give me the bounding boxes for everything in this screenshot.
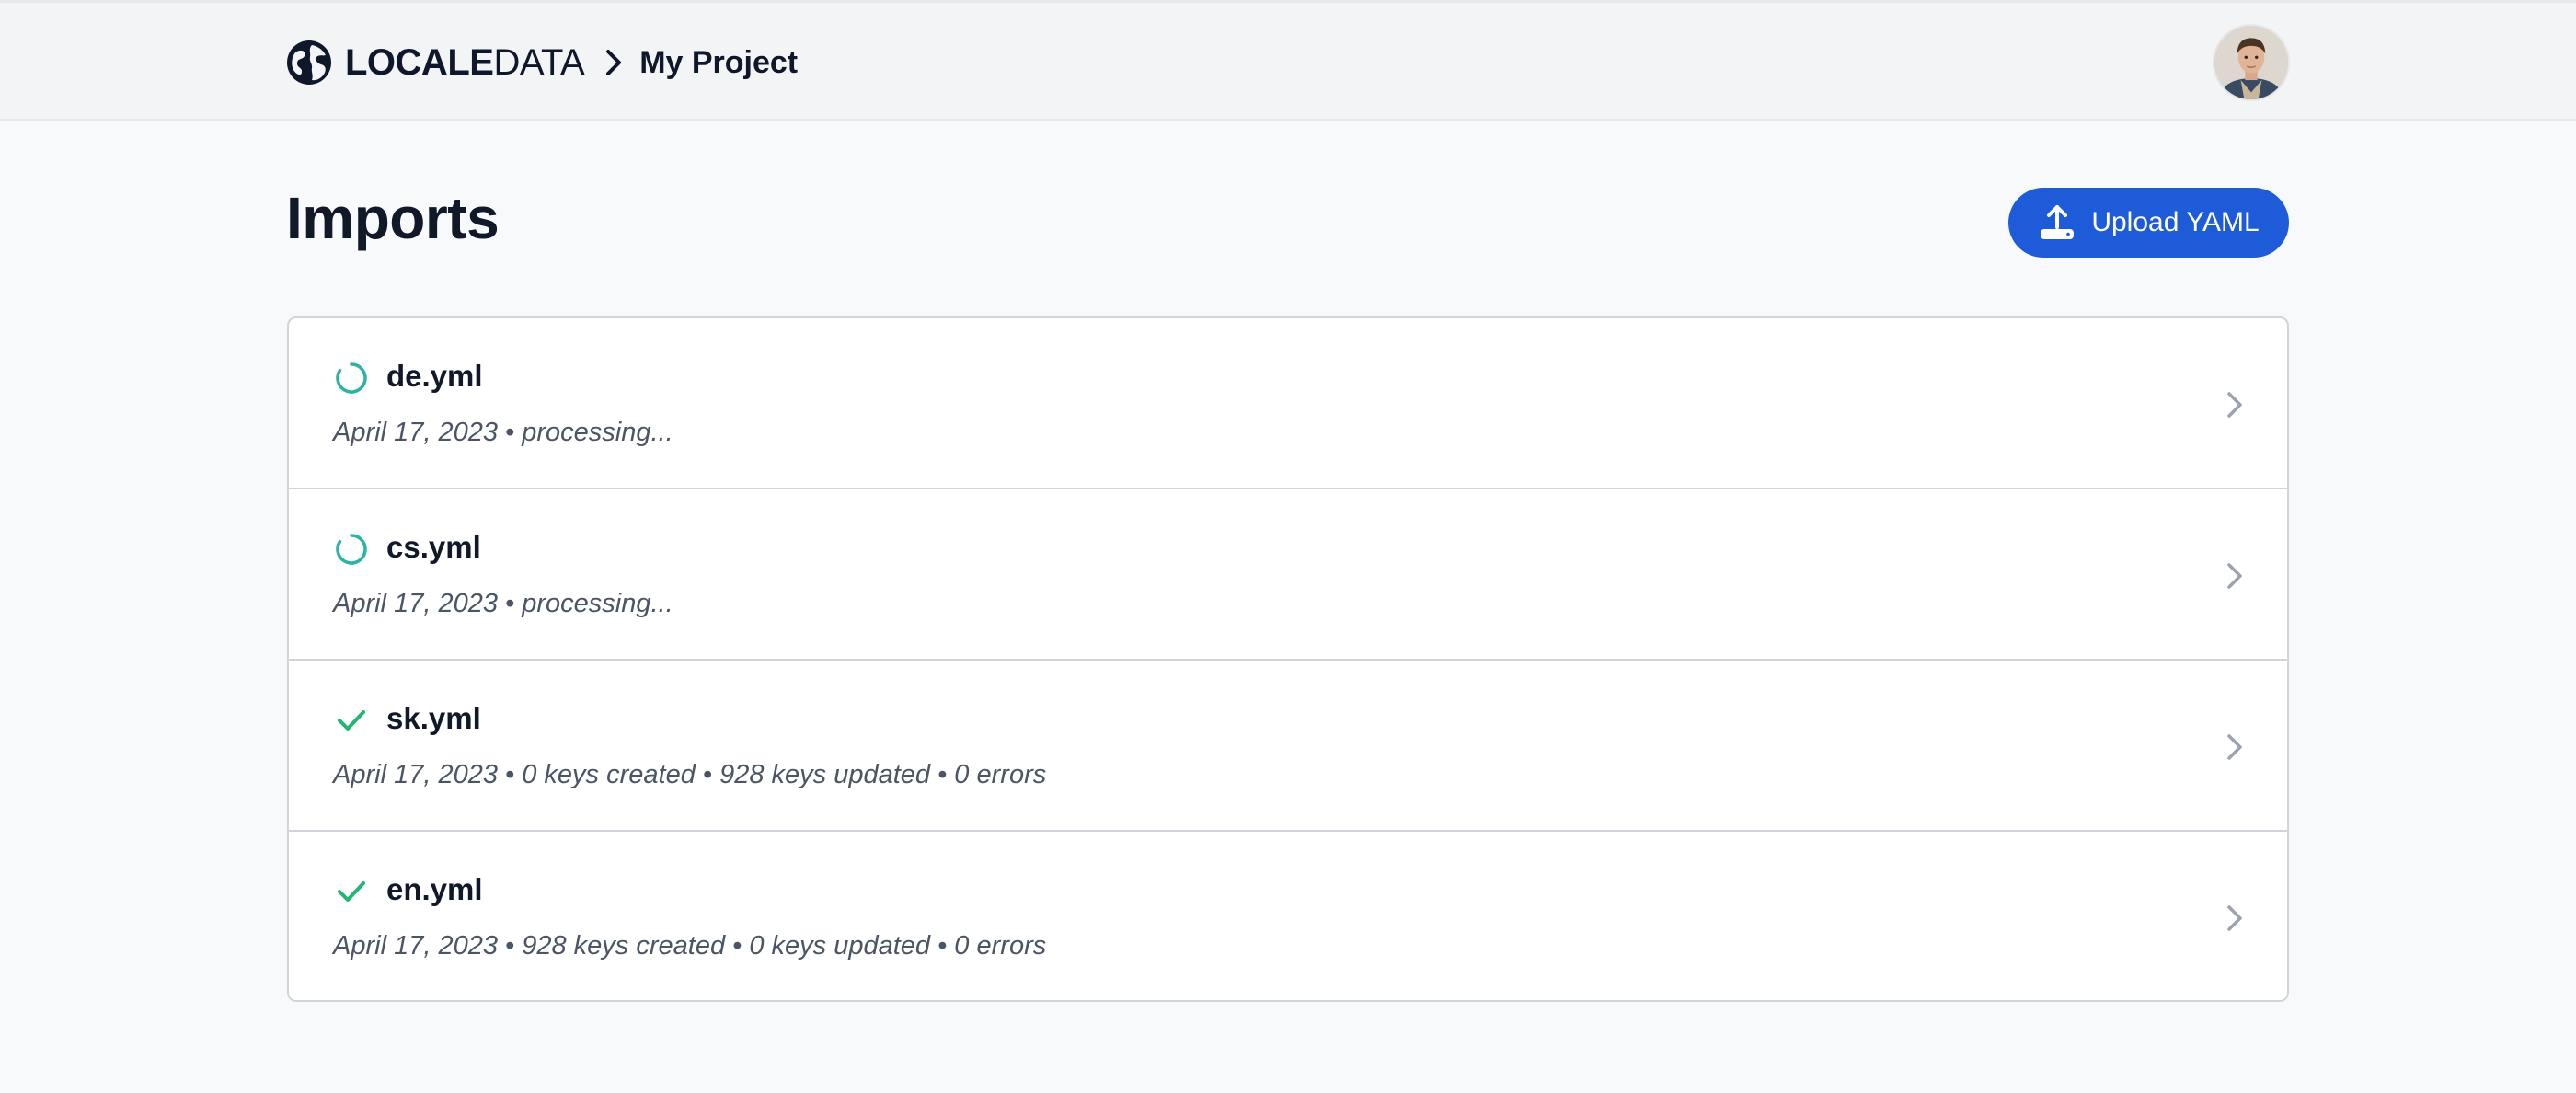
avatar[interactable] bbox=[2213, 24, 2290, 101]
check-icon bbox=[335, 875, 368, 908]
globe-icon[interactable] bbox=[286, 40, 332, 86]
brand-logo[interactable]: LOCALE DATA bbox=[345, 41, 585, 84]
page-title: Imports bbox=[286, 185, 500, 251]
import-filename: de.yml bbox=[386, 359, 483, 393]
chevron-right-icon bbox=[601, 46, 627, 79]
import-meta: April 17, 2023 • processing... bbox=[333, 418, 673, 447]
import-row[interactable]: cs.yml April 17, 2023 • processing... bbox=[289, 489, 2287, 661]
chevron-right-icon bbox=[2225, 388, 2247, 421]
imports-list: de.yml April 17, 2023 • processing... cs… bbox=[287, 316, 2289, 1002]
logo-light-text: DATA bbox=[493, 41, 585, 83]
import-filename: en.yml bbox=[386, 872, 483, 906]
check-icon bbox=[335, 704, 368, 737]
import-row[interactable]: sk.yml April 17, 2023 • 0 keys created •… bbox=[289, 661, 2287, 832]
project-name-link[interactable]: My Project bbox=[639, 45, 798, 81]
import-meta: April 17, 2023 • 0 keys created • 928 ke… bbox=[333, 760, 1047, 789]
chevron-right-icon bbox=[2225, 731, 2247, 764]
import-filename: cs.yml bbox=[386, 530, 481, 564]
chevron-right-icon bbox=[2225, 902, 2247, 935]
breadcrumb: LOCALE DATA My Project bbox=[286, 36, 798, 89]
upload-icon bbox=[2038, 203, 2076, 242]
chevron-right-icon bbox=[2225, 559, 2247, 593]
import-meta: April 17, 2023 • 928 keys created • 0 ke… bbox=[333, 931, 1047, 961]
import-filename: sk.yml bbox=[386, 701, 481, 735]
top-navbar: LOCALE DATA My Project bbox=[0, 0, 2576, 121]
import-row[interactable]: de.yml April 17, 2023 • processing... bbox=[289, 318, 2287, 489]
import-meta: April 17, 2023 • processing... bbox=[333, 589, 673, 618]
logo-bold-text: LOCALE bbox=[345, 41, 494, 83]
spinner-icon bbox=[335, 362, 368, 395]
upload-yaml-label: Upload YAML bbox=[2091, 207, 2260, 237]
import-row[interactable]: en.yml April 17, 2023 • 928 keys created… bbox=[289, 832, 2287, 1000]
spinner-icon bbox=[335, 533, 368, 566]
upload-yaml-button[interactable]: Upload YAML bbox=[2008, 188, 2289, 258]
